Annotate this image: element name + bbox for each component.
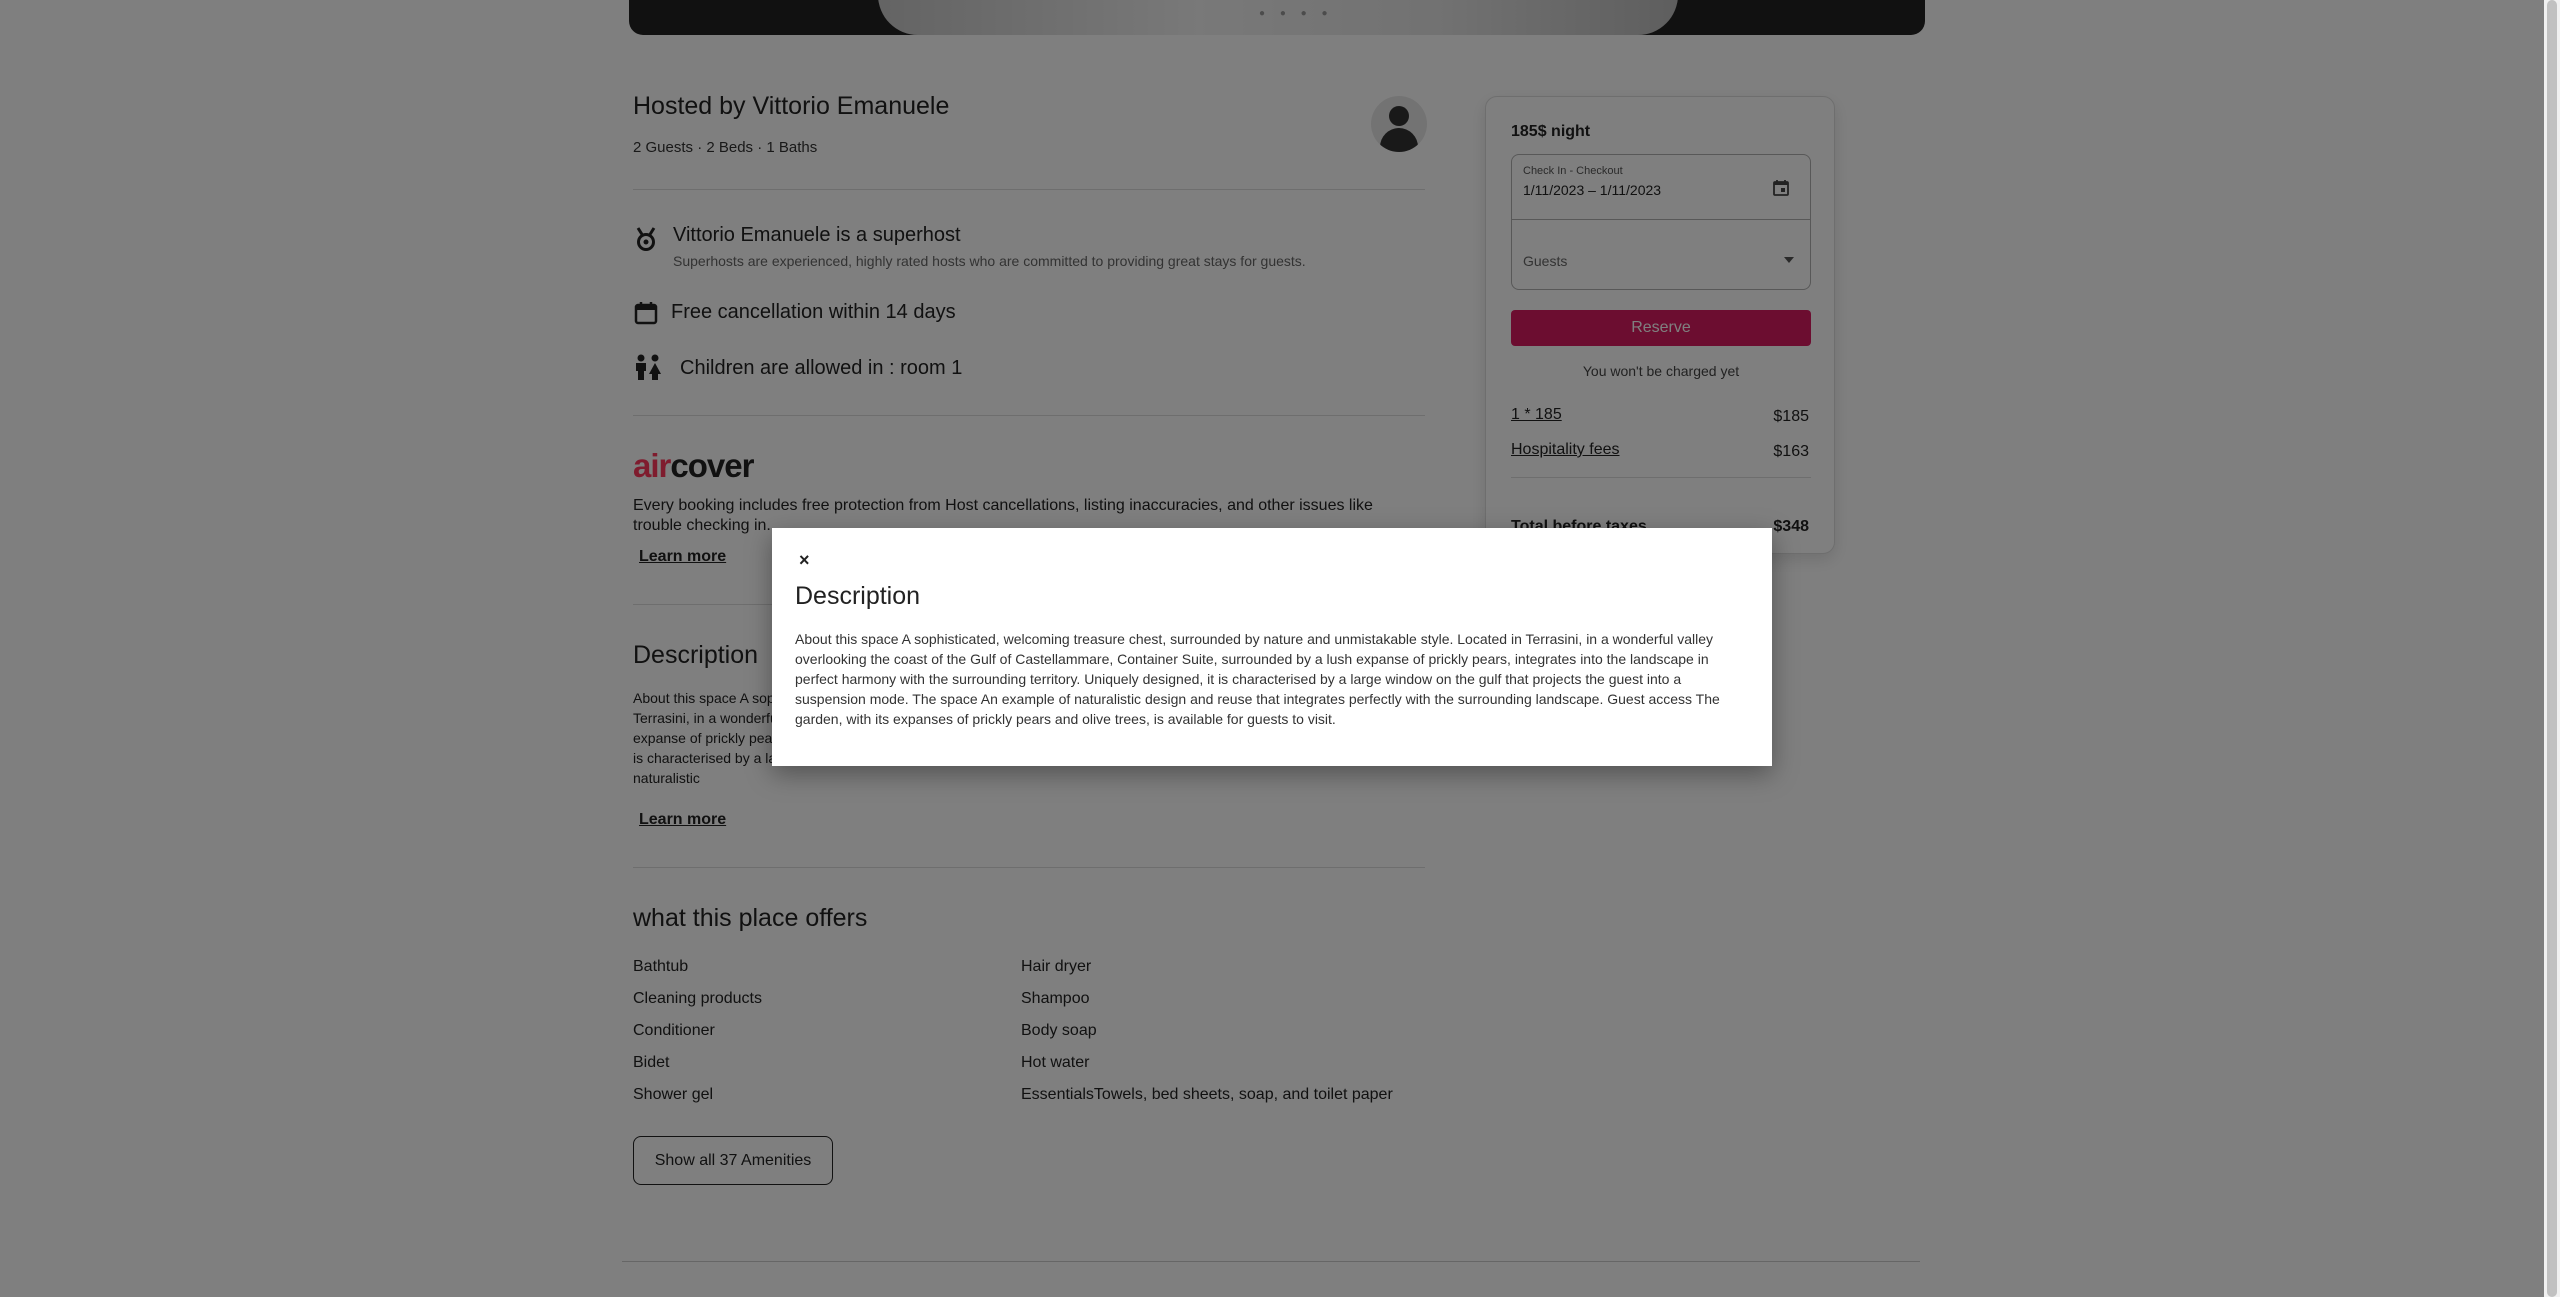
description-modal: × Description About this space A sophist… <box>772 528 1772 766</box>
page-scrollbar[interactable] <box>2544 0 2560 1297</box>
scrollbar-thumb[interactable] <box>2547 0 2557 1297</box>
close-icon[interactable]: × <box>799 550 810 571</box>
modal-description-text: About this space A sophisticated, welcom… <box>795 631 1720 727</box>
modal-title: Description <box>795 582 921 610</box>
